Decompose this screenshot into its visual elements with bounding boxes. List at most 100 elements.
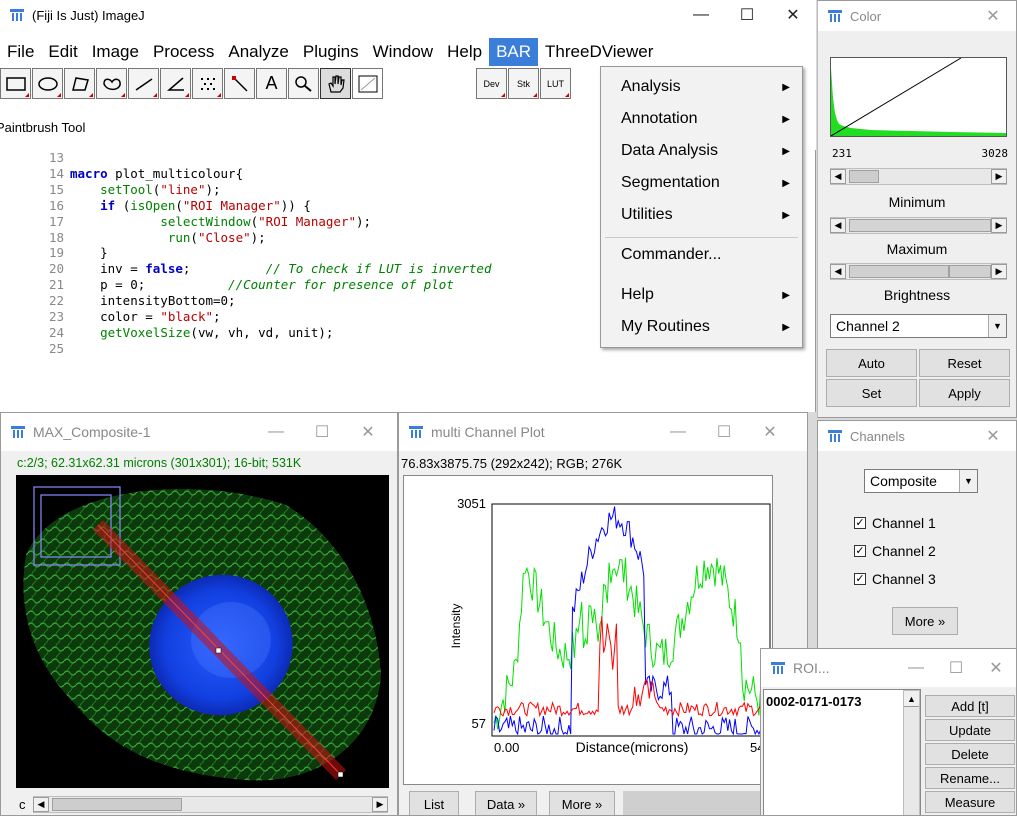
menu-file[interactable]: File (0, 38, 41, 66)
slider-thumb[interactable] (52, 798, 182, 811)
channel-checkbox-2[interactable]: ✓ Channel 2 (854, 543, 936, 559)
lut-tool-button[interactable]: LUT (540, 68, 571, 99)
polygon-tool-icon[interactable] (64, 68, 95, 99)
bar-menu-item-annotation[interactable]: Annotation ▶ (601, 103, 802, 135)
slider-left-arrow-icon[interactable]: ◀ (33, 797, 49, 812)
auto-button[interactable]: Auto (826, 349, 917, 377)
bar-menu-item-commander[interactable]: Commander... (601, 239, 802, 271)
slider-thumb[interactable] (849, 219, 991, 232)
apply-button[interactable]: Apply (919, 379, 1010, 407)
close-icon[interactable]: ✕ (747, 413, 793, 451)
roi-update-button[interactable]: Update (925, 719, 1015, 741)
text-tool-icon[interactable]: A (256, 68, 287, 99)
channel-checkbox-1[interactable]: ✓ Channel 1 (854, 515, 936, 531)
reset-button[interactable]: Reset (919, 349, 1010, 377)
channel-select[interactable]: Channel 2 ▼ (830, 314, 1007, 338)
plot-canvas[interactable]: 3051 57 0.00 54 Distance(microns) Intens… (403, 475, 773, 785)
minimize-icon[interactable]: — (678, 0, 724, 30)
roi-list-item[interactable]: 0002-0171-0173 (766, 694, 861, 709)
brightness-slider[interactable]: ◀ ▶ (830, 263, 1007, 280)
more-button[interactable]: More » (892, 607, 958, 635)
roi-list[interactable]: 0002-0171-0173 ▲ (763, 689, 921, 815)
channels-titlebar[interactable]: Channels ✕ (818, 421, 1016, 451)
checkbox-icon[interactable]: ✓ (854, 517, 866, 529)
close-icon[interactable]: ✕ (970, 421, 1016, 451)
menu-plugins[interactable]: Plugins (296, 38, 366, 66)
bar-menu-item-help[interactable]: Help ▶ (601, 279, 802, 311)
menu-analyze[interactable]: Analyze (221, 38, 295, 66)
checkbox-icon[interactable]: ✓ (854, 573, 866, 585)
line-text: } (70, 245, 108, 261)
close-icon[interactable]: ✕ (345, 413, 391, 451)
checkbox-icon[interactable]: ✓ (854, 545, 866, 557)
minimum-slider[interactable]: ◀ ▶ (830, 168, 1007, 185)
angle-tool-icon[interactable] (160, 68, 191, 99)
composite-image-canvas[interactable] (16, 475, 389, 788)
more-button[interactable]: More » (549, 791, 615, 815)
slider-right-arrow-icon[interactable]: ▶ (991, 169, 1007, 184)
freehand-tool-icon[interactable] (96, 68, 127, 99)
bar-menu-item-data-analysis[interactable]: Data Analysis ▶ (601, 135, 802, 167)
slider-left-arrow-icon[interactable]: ◀ (830, 218, 846, 233)
list-button[interactable]: List (409, 791, 459, 815)
chevron-down-icon[interactable]: ▼ (959, 470, 977, 492)
roi-add-t-button[interactable]: Add [t] (925, 695, 1015, 717)
bar-menu-item-analysis[interactable]: Analysis ▶ (601, 71, 802, 103)
menu-image[interactable]: Image (85, 38, 146, 66)
menu-threedviewer[interactable]: ThreeDViewer (538, 38, 660, 66)
bar-menu-item-utilities[interactable]: Utilities ▶ (601, 199, 802, 231)
menu-window[interactable]: Window (366, 38, 440, 66)
channel-checkbox-3[interactable]: ✓ Channel 3 (854, 571, 936, 587)
oval-tool-icon[interactable] (32, 68, 63, 99)
roi-delete-button[interactable]: Delete (925, 743, 1015, 765)
wand-tool-icon[interactable] (224, 68, 255, 99)
slider-thumb[interactable] (849, 170, 879, 183)
set-button[interactable]: Set (826, 379, 917, 407)
chevron-down-icon[interactable]: ▼ (988, 315, 1006, 337)
minimize-icon[interactable]: — (896, 649, 936, 687)
hand-tool-icon[interactable] (320, 68, 351, 99)
slider-thumb[interactable] (849, 265, 949, 278)
roi-titlebar[interactable]: ROI... — ☐ ✕ (761, 649, 1016, 687)
plot-titlebar[interactable]: multi Channel Plot — ☐ ✕ (399, 413, 807, 451)
color-titlebar[interactable]: Color ✕ (818, 1, 1016, 31)
rectangle-tool-icon[interactable] (0, 68, 31, 99)
line-number: 13 (48, 150, 64, 165)
data-button[interactable]: Data » (475, 791, 537, 815)
menu-process[interactable]: Process (146, 38, 221, 66)
menu-bar-plugin[interactable]: BAR (489, 38, 539, 66)
display-mode-select[interactable]: Composite ▼ (864, 469, 978, 493)
maximize-icon[interactable]: ☐ (701, 413, 747, 451)
slider-right-arrow-icon[interactable]: ▶ (991, 264, 1007, 279)
bar-menu-item-my-routines[interactable]: My Routines ▶ (601, 311, 802, 343)
menu-help[interactable]: Help (440, 38, 489, 66)
composite-titlebar[interactable]: MAX_Composite-1 — ☐ ✕ (1, 413, 397, 451)
multipoint-tool-icon[interactable] (192, 68, 223, 99)
minimize-icon[interactable]: — (253, 413, 299, 451)
roi-measure-button[interactable]: Measure (925, 791, 1015, 813)
slider-left-arrow-icon[interactable]: ◀ (830, 264, 846, 279)
menu-edit[interactable]: Edit (41, 38, 84, 66)
magnifier-tool-icon[interactable] (288, 68, 319, 99)
maximize-icon[interactable]: ☐ (299, 413, 345, 451)
maximize-icon[interactable]: ☐ (724, 0, 770, 30)
maximize-icon[interactable]: ☐ (936, 649, 976, 687)
stk-tool-button[interactable]: Stk (508, 68, 539, 99)
maximum-slider[interactable]: ◀ ▶ (830, 217, 1007, 234)
slider-right-arrow-icon[interactable]: ▶ (991, 218, 1007, 233)
close-icon[interactable]: ✕ (976, 649, 1016, 687)
minimize-icon[interactable]: — (655, 413, 701, 451)
color-picker-tool-icon[interactable] (352, 68, 383, 99)
line-tool-icon[interactable] (128, 68, 159, 99)
dev-tool-button[interactable]: Dev (476, 68, 507, 99)
slider-left-arrow-icon[interactable]: ◀ (830, 169, 846, 184)
close-icon[interactable]: ✕ (970, 1, 1016, 31)
slider-thumb-right[interactable] (949, 265, 991, 278)
bar-menu-item-segmentation[interactable]: Segmentation ▶ (601, 167, 802, 199)
roi-rename-button[interactable]: Rename... (925, 767, 1015, 789)
roi-list-scrollbar[interactable]: ▲ (903, 690, 920, 815)
channel-slider[interactable]: ◀ ▶ (33, 796, 388, 813)
scroll-up-arrow-icon[interactable]: ▲ (904, 691, 919, 707)
close-icon[interactable]: ✕ (770, 0, 816, 30)
slider-right-arrow-icon[interactable]: ▶ (372, 797, 388, 812)
